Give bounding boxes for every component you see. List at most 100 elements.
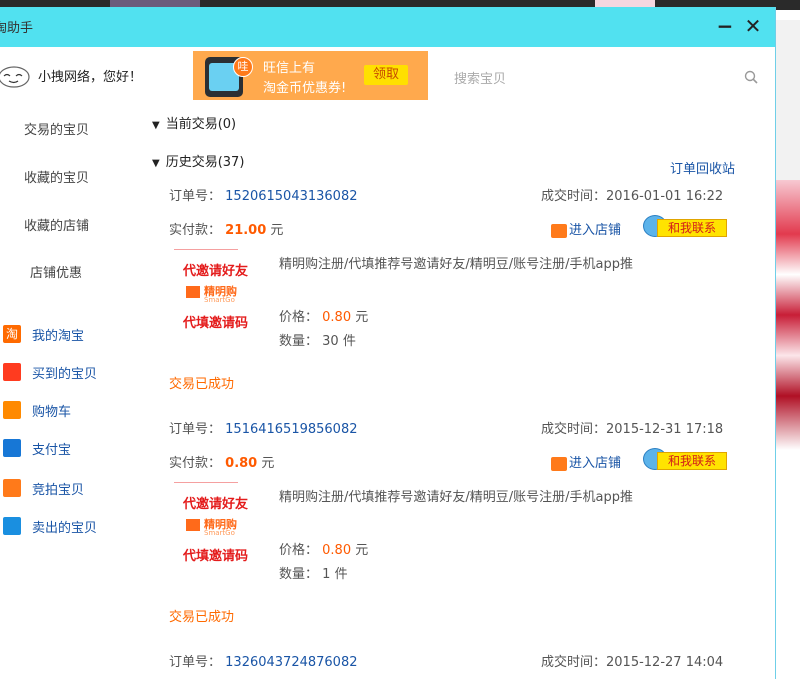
promo-line-1: 旺信上有	[263, 61, 316, 76]
promo-banner[interactable]: 哇 旺信上有 淘金币优惠券! 领取	[193, 51, 428, 100]
order-card: 订单号： 1516416519856082 成交时间：2015-12-31 17…	[152, 418, 752, 650]
enter-shop-link[interactable]: 进入店铺	[551, 219, 621, 238]
enter-shop-label: 进入店铺	[569, 223, 622, 238]
thumb-text-top: 代邀请好友	[183, 497, 249, 512]
order-number-value[interactable]: 1516416519856082	[225, 422, 357, 437]
promo-line-2: 淘金币优惠券!	[263, 81, 347, 96]
title-bar[interactable]: 淘助手 − ✕	[0, 7, 775, 47]
currency-unit: 元	[270, 223, 284, 238]
order-time-value: 2015-12-27 14:04	[606, 655, 724, 670]
qty-label: 数量：	[279, 334, 319, 349]
sidebar-nav-sold[interactable]: 卖出的宝贝	[0, 515, 150, 537]
search-input[interactable]	[452, 68, 736, 90]
order-paid: 实付款： 21.00 元	[169, 219, 283, 238]
qty-value: 1	[322, 567, 331, 582]
desktop-wallpaper-fragment	[775, 20, 800, 180]
brand-logo-icon	[186, 519, 200, 531]
product-price: 价格： 0.80 元	[279, 306, 368, 325]
currency-unit: 元	[355, 310, 369, 325]
order-number-label: 订单号：	[169, 189, 222, 204]
shop-icon	[551, 223, 567, 238]
product-title[interactable]: 精明购注册/代填推荐号邀请好友/精明豆/账号注册/手机app推	[279, 486, 739, 505]
history-trades-label: 历史交易(37)	[165, 155, 245, 170]
currency-unit: 元	[261, 456, 275, 471]
product-quantity: 数量： 30 件	[279, 330, 356, 349]
search-box[interactable]	[452, 68, 762, 90]
order-status: 交易已成功	[169, 610, 235, 625]
order-number: 订单号： 1520615043136082	[169, 185, 358, 204]
order-number: 订单号： 1516416519856082	[169, 418, 358, 437]
product-quantity: 数量： 1 件	[279, 563, 348, 582]
order-recycle-bin-link[interactable]: 订单回收站	[670, 158, 735, 177]
promo-badge: 哇	[233, 57, 253, 77]
minimize-button[interactable]: −	[712, 13, 738, 39]
gift-icon	[3, 363, 21, 381]
sidebar-nav-auction[interactable]: 竞拍宝贝	[0, 477, 150, 499]
thumb-text-bottom: 代填邀请码	[183, 549, 249, 564]
thumb-brand-sub: SmartGo	[204, 296, 235, 304]
collapse-triangle-icon: ▼	[152, 120, 160, 131]
contact-label: 和我联系	[657, 219, 727, 237]
thumb-text-top: 代邀请好友	[183, 264, 249, 279]
order-time-value: 2015-12-31 17:18	[606, 422, 724, 437]
taobao-helper-window: 淘助手 − ✕ 小拽网络，您好！ 哇 旺信上有 淘金币优惠券! 领取 交易的宝贝…	[0, 7, 776, 679]
alipay-icon	[3, 439, 21, 457]
order-number-label: 订单号：	[169, 422, 222, 437]
contact-label: 和我联系	[657, 452, 727, 470]
paid-amount: 0.80	[225, 456, 258, 471]
window-title: 淘助手	[0, 21, 34, 36]
qty-unit: 件	[342, 334, 356, 349]
current-trades-toggle[interactable]: ▼ 当前交易(0)	[152, 113, 236, 132]
thumb-text-bottom: 代填邀请码	[183, 316, 249, 331]
product-title[interactable]: 精明购注册/代填推荐号邀请好友/精明豆/账号注册/手机app推	[279, 253, 739, 272]
sidebar-nav-label: 购物车	[32, 405, 72, 420]
sidebar-nav-bought[interactable]: 买到的宝贝	[0, 361, 150, 383]
close-button[interactable]: ✕	[740, 13, 766, 39]
order-time-label: 成交时间：	[541, 655, 607, 670]
order-status: 交易已成功	[169, 377, 235, 392]
greeting-text: 小拽网络，您好！	[38, 70, 143, 85]
product-thumbnail[interactable]: 代邀请好友 精明购 SmartGo 代填邀请码	[174, 249, 248, 340]
auction-icon	[3, 479, 21, 497]
price-label: 价格：	[279, 310, 319, 325]
order-time-label: 成交时间：	[541, 422, 607, 437]
sidebar-nav-alipay[interactable]: 支付宝	[0, 437, 150, 459]
paid-label: 实付款：	[169, 223, 222, 238]
avatar-icon	[0, 66, 30, 88]
sidebar-nav-cart[interactable]: 购物车	[0, 399, 150, 421]
qty-unit: 件	[334, 567, 348, 582]
sidebar-nav-label: 我的淘宝	[32, 329, 85, 344]
order-time-label: 成交时间：	[541, 189, 607, 204]
order-time-value: 2016-01-01 16:22	[606, 189, 724, 204]
order-number-label: 订单号：	[169, 655, 222, 670]
order-time: 成交时间：2015-12-27 14:04	[541, 651, 723, 670]
current-trades-label: 当前交易(0)	[165, 117, 237, 132]
sidebar-nav-label: 竞拍宝贝	[32, 483, 85, 498]
product-price: 价格： 0.80 元	[279, 539, 368, 558]
history-trades-toggle[interactable]: ▼ 历史交易(37)	[152, 151, 244, 170]
search-icon[interactable]	[744, 70, 758, 84]
taobao-icon: 淘	[3, 325, 21, 343]
order-number-value[interactable]: 1326043724876082	[225, 655, 357, 670]
product-thumbnail[interactable]: 代邀请好友 精明购 SmartGo 代填邀请码	[174, 482, 248, 573]
price-value: 0.80	[322, 543, 352, 558]
sidebar-nav-my-taobao[interactable]: 淘 我的淘宝	[0, 323, 150, 345]
desktop-background-right	[775, 10, 800, 679]
order-number-value[interactable]: 1520615043136082	[225, 189, 357, 204]
shop-icon	[551, 456, 567, 471]
paid-amount: 21.00	[225, 223, 267, 238]
collapse-triangle-icon: ▼	[152, 158, 160, 169]
order-paid: 实付款： 0.80 元	[169, 452, 274, 471]
qty-value: 30	[322, 334, 339, 349]
sidebar-nav-label: 支付宝	[32, 443, 72, 458]
order-card: 订单号： 1326043724876082 成交时间：2015-12-27 14…	[152, 651, 752, 679]
qty-label: 数量：	[279, 567, 319, 582]
price-value: 0.80	[322, 310, 352, 325]
claim-button[interactable]: 领取	[364, 65, 408, 85]
enter-shop-link[interactable]: 进入店铺	[551, 452, 621, 471]
enter-shop-label: 进入店铺	[569, 456, 622, 471]
order-number: 订单号： 1326043724876082	[169, 651, 358, 670]
thumb-brand-sub: SmartGo	[204, 529, 235, 537]
order-time: 成交时间：2016-01-01 16:22	[541, 185, 723, 204]
order-card: 订单号： 1520615043136082 成交时间：2016-01-01 16…	[152, 185, 752, 417]
